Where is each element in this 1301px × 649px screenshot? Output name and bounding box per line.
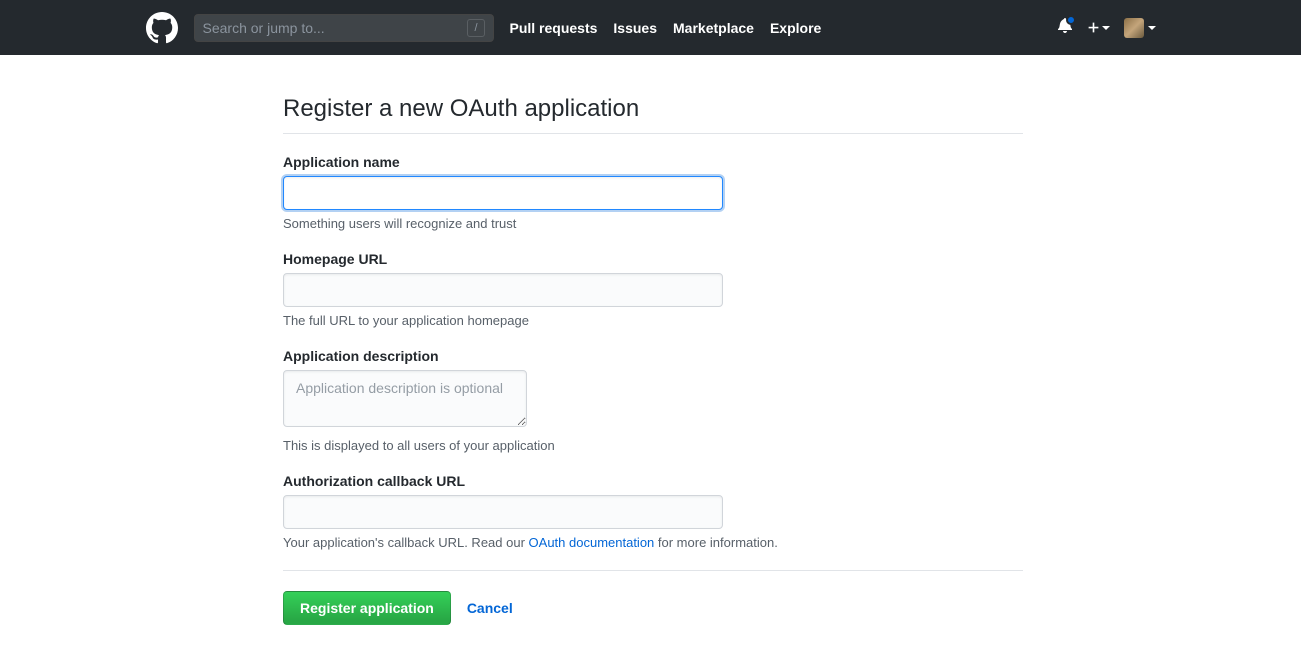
- caret-down-icon: [1102, 26, 1110, 30]
- page-title: Register a new OAuth application: [283, 95, 1023, 134]
- description-help: This is displayed to all users of your a…: [283, 438, 1023, 453]
- nav-issues[interactable]: Issues: [613, 20, 657, 36]
- notification-indicator: [1066, 15, 1076, 25]
- search-box[interactable]: /: [194, 14, 494, 42]
- slash-shortcut-icon: /: [467, 19, 484, 37]
- callback-label: Authorization callback URL: [283, 473, 1023, 489]
- callback-input[interactable]: [283, 495, 723, 529]
- register-button[interactable]: Register application: [283, 591, 451, 625]
- app-name-help: Something users will recognize and trust: [283, 216, 1023, 231]
- user-menu[interactable]: [1124, 18, 1156, 38]
- field-description: Application description This is displaye…: [283, 348, 1023, 453]
- main-content: Register a new OAuth application Applica…: [283, 95, 1023, 625]
- github-logo[interactable]: [146, 12, 178, 44]
- description-label: Application description: [283, 348, 1023, 364]
- oauth-docs-link[interactable]: OAuth documentation: [529, 535, 655, 550]
- form-actions: Register application Cancel: [283, 570, 1023, 625]
- nav-marketplace[interactable]: Marketplace: [673, 20, 754, 36]
- nav-explore[interactable]: Explore: [770, 20, 821, 36]
- homepage-label: Homepage URL: [283, 251, 1023, 267]
- notifications-button[interactable]: [1057, 17, 1073, 38]
- callback-help: Your application's callback URL. Read ou…: [283, 535, 1023, 550]
- caret-down-icon: [1148, 26, 1156, 30]
- plus-icon: [1087, 21, 1100, 34]
- field-callback: Authorization callback URL Your applicat…: [283, 473, 1023, 550]
- field-app-name: Application name Something users will re…: [283, 154, 1023, 231]
- homepage-help: The full URL to your application homepag…: [283, 313, 1023, 328]
- app-name-input[interactable]: [283, 176, 723, 210]
- user-avatar: [1124, 18, 1144, 38]
- app-name-label: Application name: [283, 154, 1023, 170]
- site-header: / Pull requests Issues Marketplace Explo…: [0, 0, 1301, 55]
- primary-nav: Pull requests Issues Marketplace Explore: [510, 20, 822, 36]
- nav-pull-requests[interactable]: Pull requests: [510, 20, 598, 36]
- homepage-input[interactable]: [283, 273, 723, 307]
- create-menu[interactable]: [1087, 21, 1110, 34]
- description-textarea[interactable]: [283, 370, 527, 427]
- search-input[interactable]: [203, 20, 468, 36]
- cancel-button[interactable]: Cancel: [467, 600, 513, 616]
- field-homepage: Homepage URL The full URL to your applic…: [283, 251, 1023, 328]
